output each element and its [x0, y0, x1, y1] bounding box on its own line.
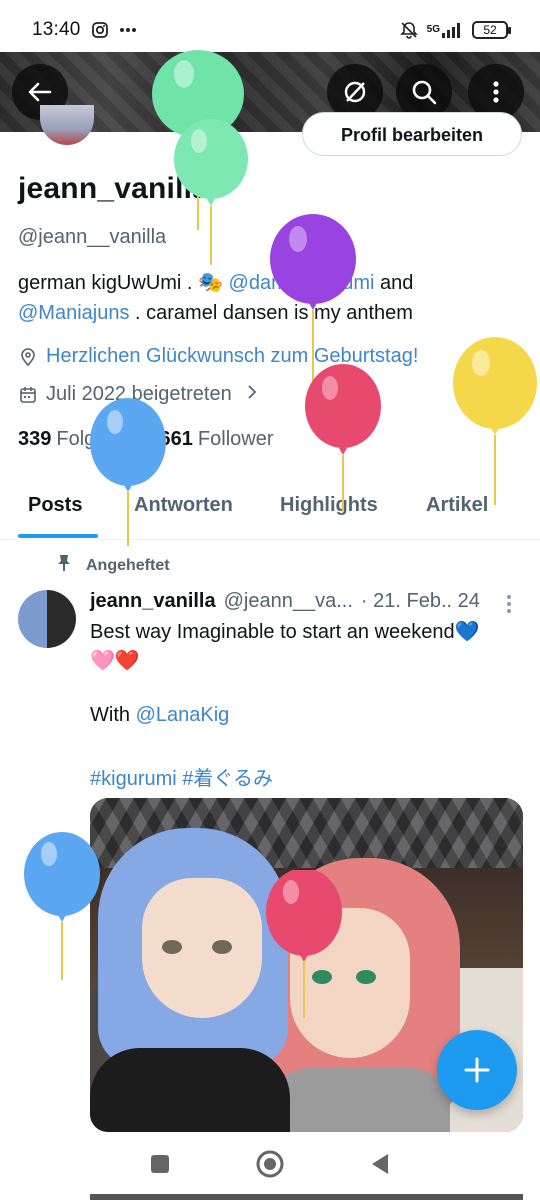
tweet-more-icon[interactable] [506, 594, 512, 614]
red-balloon-icon [305, 364, 381, 512]
following-count: 339 [18, 428, 52, 450]
tweet-author-name[interactable]: jeann_vanilla [90, 590, 216, 613]
tweet-mention-lanakig[interactable]: @LanaKig [136, 704, 230, 726]
photo-blue-face [142, 878, 262, 1018]
tweet-with-line: With @LanaKig [90, 704, 229, 727]
active-tab-indicator [18, 534, 98, 538]
recent-apps-button[interactable] [149, 1153, 171, 1180]
tweet-with-text: With [90, 704, 136, 726]
pin-icon [56, 554, 72, 577]
bio-mention-maniajuns[interactable]: @Maniajuns [18, 302, 129, 324]
yellow-balloon-icon [453, 337, 537, 505]
search-icon [412, 80, 437, 105]
calendar-icon [18, 385, 38, 405]
more-vertical-icon [493, 81, 499, 103]
status-bar: 13:40 5G 52 [0, 0, 540, 60]
tweet-hashtags[interactable]: #kigurumi #着ぐるみ [90, 762, 273, 791]
tweet-text-line: 🩷❤️ [90, 650, 140, 672]
blue-balloon-icon [90, 398, 166, 546]
arrow-left-icon [28, 82, 52, 102]
tab-posts[interactable]: Posts [28, 494, 82, 517]
photo-blue-body [90, 1048, 290, 1132]
photo-eye [162, 940, 182, 954]
pinned-label: Angeheftet [86, 556, 170, 574]
signal-icon: 5G [427, 22, 464, 38]
network-type: 5G [426, 24, 440, 35]
compose-button[interactable] [437, 1030, 517, 1110]
blue-balloon-icon [24, 832, 100, 980]
bio-emoji: 🎭 [198, 272, 223, 294]
media-edge [90, 1194, 523, 1200]
home-button[interactable] [255, 1149, 285, 1184]
user-handle: @jeann__vanilla [18, 226, 167, 248]
tweet-text: Best way Imaginable to start an weekend💙… [90, 618, 530, 676]
edit-profile-button[interactable]: Profil bearbeiten [302, 112, 522, 156]
triangle-back-icon [372, 1153, 388, 1174]
back-nav-button[interactable] [369, 1152, 391, 1181]
bio-text: german kigUwUmi . [18, 272, 199, 294]
instagram-icon [91, 21, 109, 39]
tweet-author-handle[interactable]: @jeann__va... [224, 590, 353, 613]
profile-avatar[interactable] [40, 105, 94, 145]
purple-balloon-icon [270, 214, 356, 381]
plus-icon [464, 1057, 490, 1083]
battery-indicator: 52 [472, 21, 511, 39]
bio-text: and [374, 272, 414, 294]
tweet-date[interactable]: · 21. Feb.. 24 [361, 590, 480, 613]
tweet-header: jeann_vanilla @jeann__va... · 21. Feb.. … [90, 590, 520, 613]
followers-label: Follower [197, 428, 274, 450]
tweet-text-line: Best way Imaginable to start an weekend💙 [90, 621, 480, 643]
photo-eye [356, 970, 376, 984]
followers-link[interactable]: 661 Follower [160, 428, 274, 451]
square-icon [151, 1154, 169, 1173]
location-pin-icon [18, 347, 38, 367]
red-balloon-icon [266, 870, 342, 1018]
mute-bell-icon [399, 20, 419, 40]
green-balloon-icon [174, 119, 248, 265]
photo-pink-body [270, 1068, 450, 1132]
circle-home-icon [256, 1150, 284, 1177]
photo-eye [212, 940, 232, 954]
tweet-avatar[interactable] [18, 590, 76, 648]
system-nav-bar [0, 1132, 540, 1200]
no-eye-icon [344, 81, 366, 103]
pinned-label-row: Angeheftet [56, 554, 170, 577]
chevron-right-icon [246, 383, 258, 406]
more-notifications-icon [119, 27, 137, 33]
status-time: 13:40 [32, 19, 81, 40]
